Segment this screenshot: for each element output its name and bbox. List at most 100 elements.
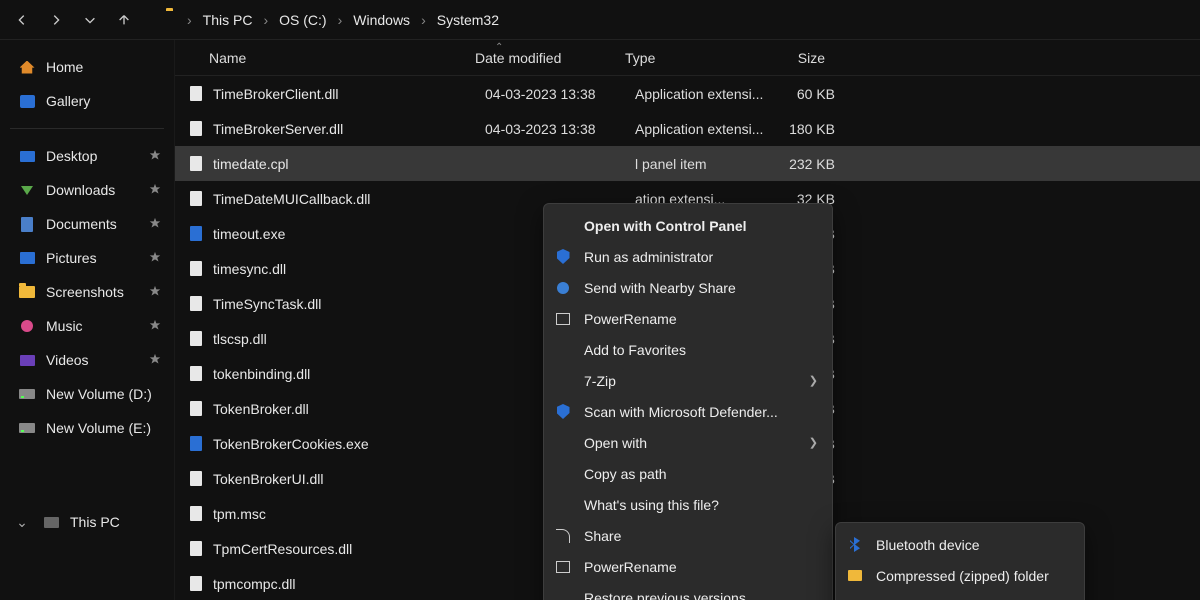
sidebar-item-label: Downloads [46,182,138,198]
sidebar-item-pictures[interactable]: Pictures [4,241,170,275]
file-size: 232 KB [765,156,841,172]
breadcrumb-segment[interactable]: This PC [195,8,261,32]
file-icon [187,575,205,593]
sidebar-item-documents[interactable]: Documents [4,207,170,241]
menu-item-label: Send with Nearby Share [584,280,818,296]
vid-icon [18,351,36,369]
column-header-name[interactable]: Name [203,50,475,66]
menu-item-what-s-using-this-file[interactable]: What's using this file? [544,489,832,520]
pic-icon [18,249,36,267]
rename-icon [554,310,572,328]
menu-item-label: PowerRename [584,559,818,575]
zip-icon [846,567,864,585]
menu-item-7-zip[interactable]: 7-Zip❯ [544,365,832,396]
file-name: TimeBrokerServer.dll [213,121,485,137]
sidebar-item-label: Pictures [46,250,138,266]
recent-dropdown[interactable] [74,4,106,36]
file-size: 180 KB [765,121,841,137]
menu-item-label: Copy as path [584,466,818,482]
menu-item-copy-as-path[interactable]: Copy as path [544,458,832,489]
menu-item-send-with-nearby-share[interactable]: Send with Nearby Share [544,272,832,303]
breadcrumb-segment[interactable]: OS (C:) [271,8,334,32]
menu-item-label: Scan with Microsoft Defender... [584,404,818,420]
menu-item-open-with[interactable]: Open with ❯ [544,427,832,458]
menu-item-label: 7-Zip [584,373,797,389]
context-menu: Open with Control Panel Run as administra… [543,203,833,600]
pin-icon [148,149,162,163]
sidebar-item-this-pc[interactable]: ⌄ This PC [4,505,170,539]
sidebar-item-screenshots[interactable]: Screenshots [4,275,170,309]
sidebar-item-label: New Volume (D:) [46,386,162,402]
breadcrumb[interactable]: › This PC › OS (C:) › Windows › System32 [160,5,1194,35]
shield-icon [554,403,572,421]
drv-icon [18,385,36,403]
menu-item-label: Restore previous versions [584,590,818,600]
menu-item-powerrename[interactable]: PowerRename [544,551,832,582]
menu-item-label: Open with [584,435,797,451]
sidebar-item-new-volume-d-[interactable]: New Volume (D:) [4,377,170,411]
chevron-down-icon[interactable]: ⌄ [12,514,32,531]
chevron-right-icon: › [420,12,427,28]
nearby-icon [554,279,572,297]
file-icon [187,85,205,103]
column-headers: ⌃ Name Date modified Type Size [175,40,1200,76]
sidebar-item-gallery[interactable]: Gallery [4,84,170,118]
file-icon [187,400,205,418]
chevron-right-icon: › [186,12,193,28]
toolbar: › This PC › OS (C:) › Windows › System32 [0,0,1200,40]
pin-icon [148,183,162,197]
bt-icon [846,536,864,554]
file-name: tpm.msc [213,506,485,522]
forward-button[interactable] [40,4,72,36]
file-date: 04-03-2023 13:38 [485,121,635,137]
menu-item-scan-with-microsoft-defender[interactable]: Scan with Microsoft Defender... [544,396,832,427]
menu-item-label: Share [584,528,818,544]
file-icon [187,295,205,313]
file-row[interactable]: TimeBrokerClient.dll04-03-2023 13:38Appl… [175,76,1200,111]
sidebar-item-music[interactable]: Music [4,309,170,343]
column-header-size[interactable]: Size [755,50,831,66]
desk-icon [18,147,36,165]
sidebar-item-downloads[interactable]: Downloads [4,173,170,207]
menu-item-share[interactable]: Share [544,520,832,551]
sidebar-item-label: Music [46,318,138,334]
menu-item-add-to-favorites[interactable]: Add to Favorites [544,334,832,365]
menu-item-compressed-zipped-folder[interactable]: Compressed (zipped) folder [836,560,1084,591]
file-icon [187,470,205,488]
file-name: TimeDateMUICallback.dll [213,191,485,207]
sidebar-item-label: Videos [46,352,138,368]
sidebar-item-videos[interactable]: Videos [4,343,170,377]
menu-item-label: Open with Control Panel [584,218,818,234]
menu-item-desktop-create-shortcut[interactable]: Desktop (create shortcut) [836,591,1084,600]
folder-icon [166,11,184,29]
menu-item-powerrename[interactable]: PowerRename [544,303,832,334]
pin-icon [148,319,162,333]
sidebar-item-label: Gallery [46,93,162,109]
menu-item-run-as-administrator[interactable]: Run as administrator [544,241,832,272]
sidebar-item-desktop[interactable]: Desktop [4,139,170,173]
file-row[interactable]: TimeBrokerServer.dll04-03-2023 13:38Appl… [175,111,1200,146]
menu-item-label: PowerRename [584,311,818,327]
blank-icon [554,496,572,514]
share-icon [554,527,572,545]
file-type: l panel item [635,156,765,172]
menu-item-restore-previous-versions[interactable]: Restore previous versions [544,582,832,600]
pin-icon [148,217,162,231]
pc-icon [42,513,60,531]
column-header-type[interactable]: Type [625,50,755,66]
sidebar-item-label: This PC [70,514,162,530]
file-name: timedate.cpl [213,156,485,172]
menu-item-open-with-control-panel[interactable]: Open with Control Panel [544,210,832,241]
menu-item-label: Compressed (zipped) folder [876,568,1070,584]
breadcrumb-segment[interactable]: Windows [345,8,418,32]
sidebar-item-home[interactable]: Home [4,50,170,84]
file-row[interactable]: timedate.cpl l panel item232 KB [175,146,1200,181]
file-type: Application extensi... [635,86,765,102]
sidebar-item-new-volume-e-[interactable]: New Volume (E:) [4,411,170,445]
up-button[interactable] [108,4,140,36]
breadcrumb-segment[interactable]: System32 [429,8,507,32]
file-icon [187,225,205,243]
chevron-right-icon: ❯ [809,436,818,449]
back-button[interactable] [6,4,38,36]
menu-item-bluetooth-device[interactable]: Bluetooth device [836,529,1084,560]
